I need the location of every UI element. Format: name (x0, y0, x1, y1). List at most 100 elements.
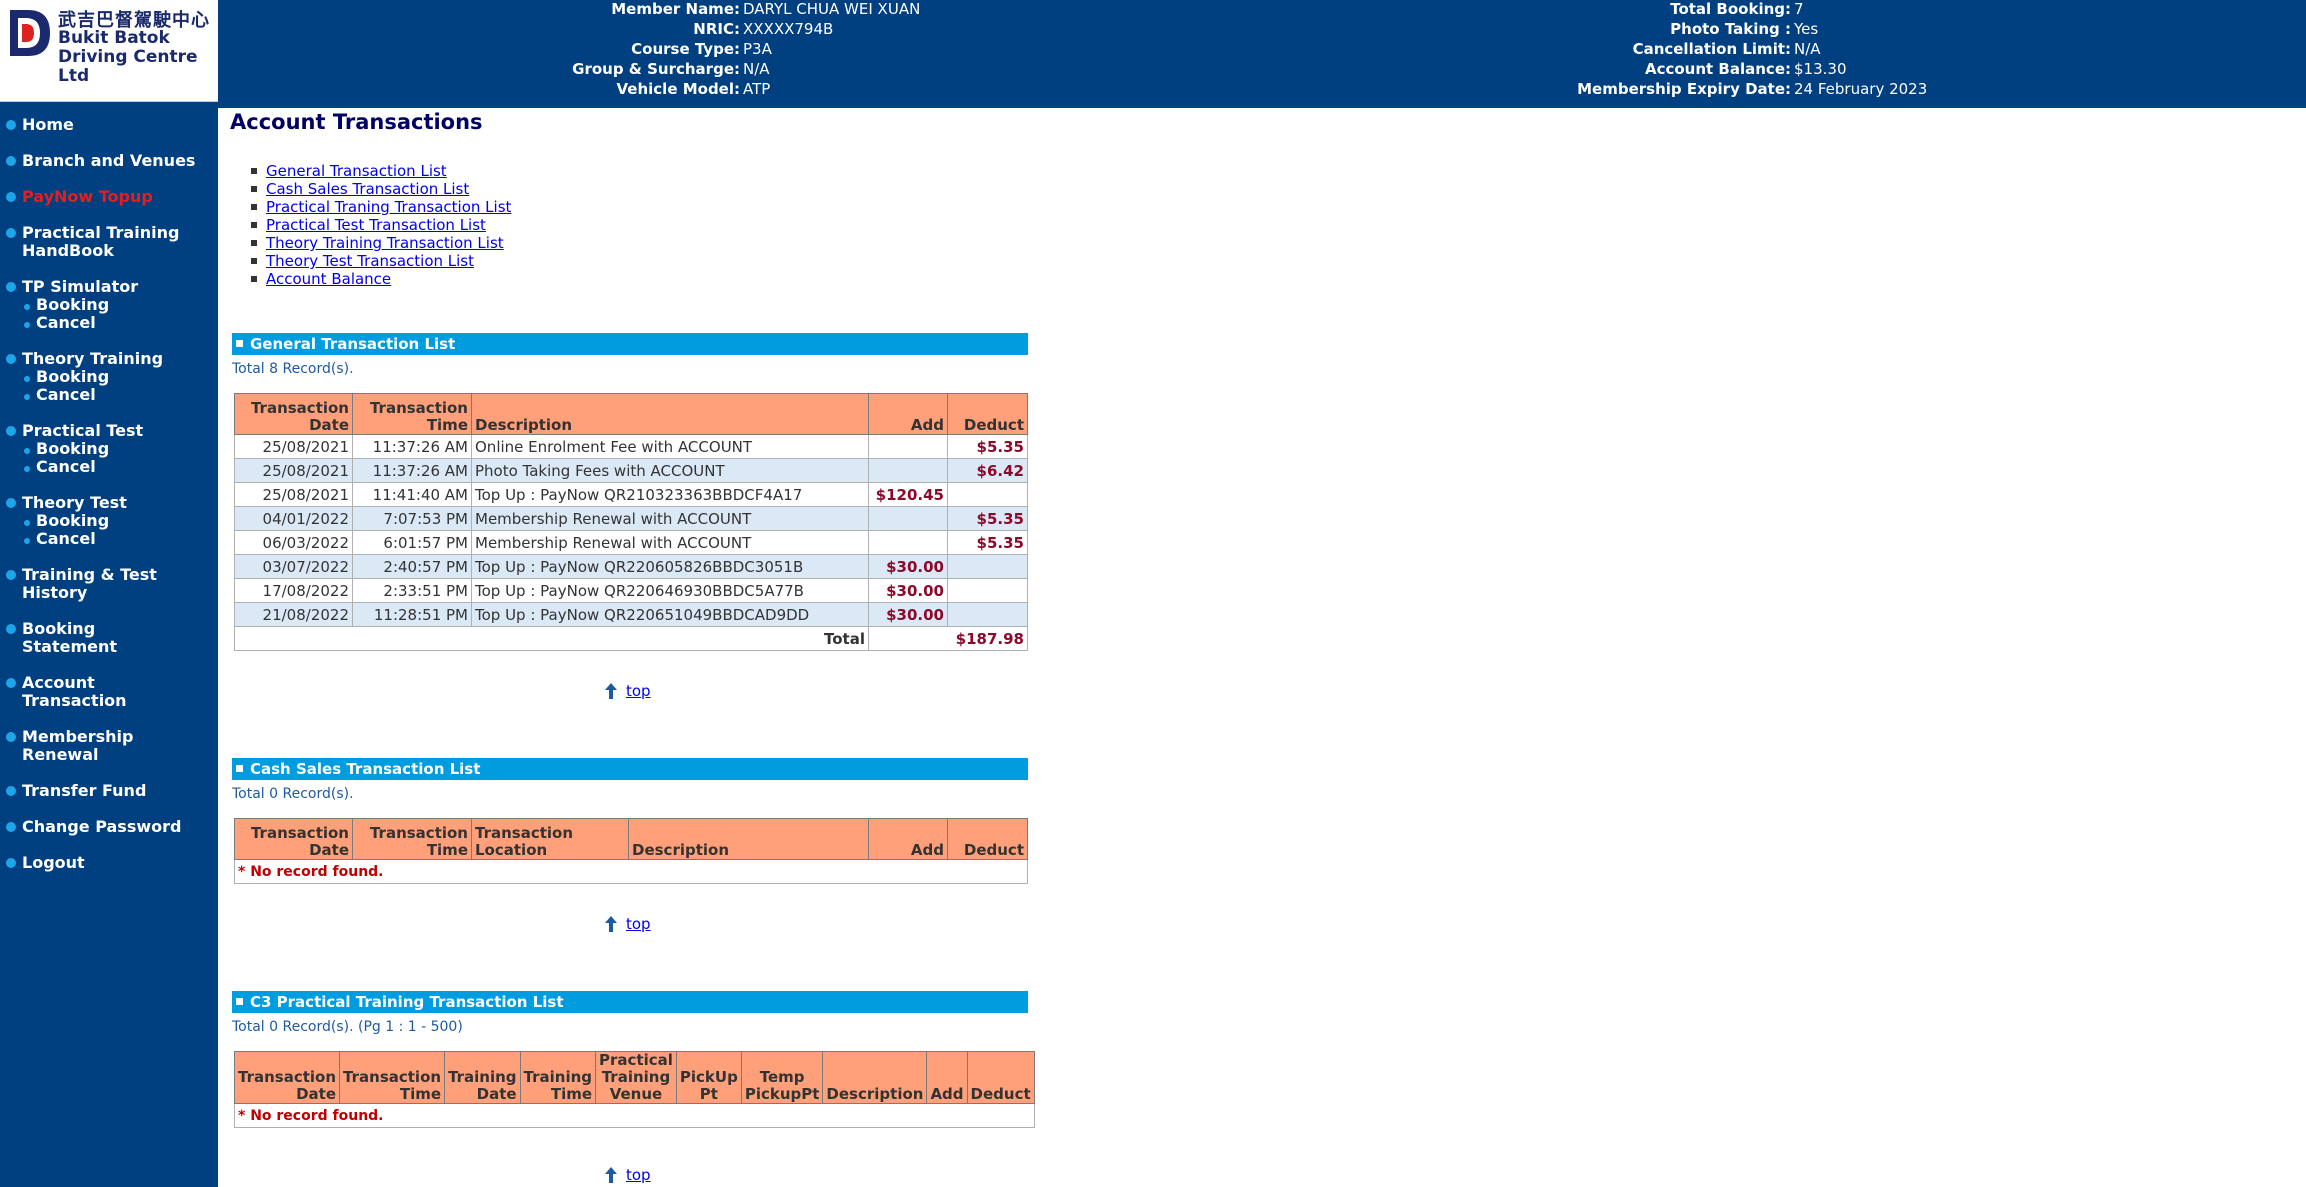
top-link[interactable]: top (626, 1166, 651, 1184)
sidebar-item-practical-test[interactable]: Practical Test (0, 422, 218, 440)
sidebar-item-membership-renewal[interactable]: Membership Renewal (0, 728, 134, 764)
back-to-top-general[interactable]: top (604, 682, 651, 700)
cell-description: Online Enrolment Fee with ACCOUNT (471, 434, 869, 459)
table-header-row: Transaction Date Transaction Time Training… (233, 1051, 1035, 1104)
sub-bullet-icon (24, 376, 30, 382)
sidebar-item-tp-simulator-booking[interactable]: Booking (0, 296, 218, 314)
member-name-row: Member Name: DARYL CHUA WEI XUAN (611, 0, 921, 18)
c3-practical-training-section: C3 Practical Training Transaction List T… (232, 991, 1035, 1128)
link-account-balance[interactable]: Account Balance (266, 270, 391, 288)
cell-description: Top Up : PayNow QR220651049BBDCAD9DD (471, 602, 869, 627)
toc-item-practical-training: Practical Traning Transaction List (250, 198, 511, 216)
sub-bullet-icon (24, 448, 30, 454)
cash-record-count: Total 0 Record(s). (232, 786, 354, 802)
company-logo[interactable]: 武吉巴督駕駛中心 Bukit Batok Driving Centre Ltd (0, 0, 218, 102)
sidebar-item-account-transaction[interactable]: Account Transaction (0, 674, 127, 710)
cell-deduct (947, 578, 1028, 603)
cell-time: 7:07:53 PM (352, 506, 472, 531)
col-description: Description (822, 1051, 928, 1104)
col-transaction-date: Transaction Date (234, 818, 353, 860)
bullet-icon (6, 822, 16, 832)
link-general-transaction-list[interactable]: General Transaction List (266, 162, 447, 180)
col-deduct: Deduct (947, 818, 1028, 860)
sidebar-item-theory-training[interactable]: Theory Training (0, 350, 218, 368)
bullet-icon (6, 120, 16, 130)
course-type-row: Course Type: P3A (631, 40, 772, 58)
sidebar-group-theory-training: Theory Training Booking Cancel (0, 350, 218, 404)
link-theory-test-transaction-list[interactable]: Theory Test Transaction List (266, 252, 474, 270)
toc-item-cash-sales: Cash Sales Transaction List (250, 180, 511, 198)
cell-time: 6:01:57 PM (352, 530, 472, 555)
link-theory-training-transaction-list[interactable]: Theory Training Transaction List (266, 234, 504, 252)
sidebar-item-tp-simulator[interactable]: TP Simulator (0, 278, 218, 296)
link-cash-sales-transaction-list[interactable]: Cash Sales Transaction List (266, 180, 469, 198)
sidebar-item-change-password[interactable]: Change Password (0, 818, 181, 836)
sidebar-item-theory-test-booking[interactable]: Booking (0, 512, 218, 530)
account-balance-row: Account Balance: $13.30 (1644, 60, 1847, 78)
cell-date: 25/08/2021 (234, 458, 353, 483)
col-practical-training-venue: Practical Training Venue (595, 1051, 677, 1104)
sidebar-item-home[interactable]: Home (0, 116, 74, 134)
sidebar-item-training-test-history[interactable]: Training & Test History (0, 566, 157, 602)
cell-deduct: $5.35 (947, 506, 1028, 531)
section-header-c3-practical-training: C3 Practical Training Transaction List (232, 991, 1028, 1013)
sidebar-item-logout[interactable]: Logout (0, 854, 85, 872)
sidebar-item-theory-test[interactable]: Theory Test (0, 494, 218, 512)
sidebar-item-branch-venues[interactable]: Branch and Venues (0, 152, 195, 170)
bullet-icon (6, 570, 16, 580)
sidebar-item-practical-test-booking[interactable]: Booking (0, 440, 218, 458)
sidebar-item-theory-training-booking[interactable]: Booking (0, 368, 218, 386)
general-record-count: Total 8 Record(s). (232, 361, 354, 377)
table-header-row: Transaction Date Transaction Time Transact… (234, 818, 1028, 860)
col-transaction-time: Transaction Time (339, 1051, 446, 1104)
sub-bullet-icon (24, 466, 30, 472)
sidebar-item-theory-training-cancel[interactable]: Cancel (0, 386, 218, 404)
top-link[interactable]: top (626, 682, 651, 700)
cell-deduct: $5.35 (947, 434, 1028, 459)
cell-description: Top Up : PayNow QR220605826BBDC3051B (471, 554, 869, 579)
col-add: Add (926, 1051, 968, 1104)
sidebar-item-transfer-fund[interactable]: Transfer Fund (0, 782, 146, 800)
sidebar-group-theory-test: Theory Test Booking Cancel (0, 494, 218, 548)
membership-expiry-row: Membership Expiry Date: 24 February 2023 (1577, 80, 1928, 98)
top-link[interactable]: top (626, 915, 651, 933)
back-to-top-cash[interactable]: top (604, 915, 651, 933)
sub-bullet-icon (24, 520, 30, 526)
cell-date: 03/07/2022 (234, 554, 353, 579)
cell-time: 2:40:57 PM (352, 554, 472, 579)
cell-date: 06/03/2022 (234, 530, 353, 555)
arrow-up-icon (605, 683, 617, 699)
table-row: 17/08/2022 2:33:51 PM Top Up : PayNow QR… (234, 578, 1028, 603)
sidebar-group-tp-simulator: TP Simulator Booking Cancel (0, 278, 218, 332)
member-info-header: Member Name: DARYL CHUA WEI XUAN NRIC: XXX… (218, 0, 2306, 108)
sidebar-item-tp-simulator-cancel[interactable]: Cancel (0, 314, 218, 332)
bullet-icon (6, 192, 16, 202)
col-temp-pickup-pt: Temp PickupPt (740, 1051, 824, 1104)
logo-mark-icon (10, 10, 50, 56)
group-surcharge-row: Group & Surcharge: N/A (572, 60, 770, 78)
link-practical-test-transaction-list[interactable]: Practical Test Transaction List (266, 216, 486, 234)
sidebar-item-practical-test-cancel[interactable]: Cancel (0, 458, 218, 476)
nric-row: NRIC: XXXXX794B (693, 20, 834, 38)
col-training-time: Training Time (519, 1051, 597, 1104)
cell-description: Top Up : PayNow QR220646930BBDC5A77B (471, 578, 869, 603)
sub-bullet-icon (24, 538, 30, 544)
table-row: 21/08/2022 11:28:51 PM Top Up : PayNow Q… (234, 602, 1028, 627)
arrow-up-icon (605, 1167, 617, 1183)
back-to-top-c3[interactable]: top (604, 1166, 651, 1184)
vehicle-model-row: Vehicle Model: ATP (616, 80, 771, 98)
cell-add (868, 458, 948, 483)
link-practical-training-transaction-list[interactable]: Practical Traning Transaction List (266, 198, 511, 216)
cell-add: $30.00 (868, 554, 948, 579)
col-pickup-pt: PickUp Pt (675, 1051, 742, 1104)
sidebar-item-practical-handbook[interactable]: Practical Training HandBook (0, 224, 179, 260)
table-row: 25/08/2021 11:41:40 AM Top Up : PayNow Q… (234, 482, 1028, 507)
col-transaction-date: Transaction Date (233, 1051, 341, 1104)
table-header-row: Transaction Date Transaction Time Descript… (234, 393, 1028, 435)
sidebar-item-booking-statement[interactable]: Booking Statement (0, 620, 117, 656)
cell-deduct (947, 602, 1028, 627)
sidebar-item-theory-test-cancel[interactable]: Cancel (0, 530, 218, 548)
toc-item-general: General Transaction List (250, 162, 511, 180)
cell-deduct: $6.42 (947, 458, 1028, 483)
sidebar-item-paynow-topup[interactable]: PayNow Topup (0, 188, 153, 206)
